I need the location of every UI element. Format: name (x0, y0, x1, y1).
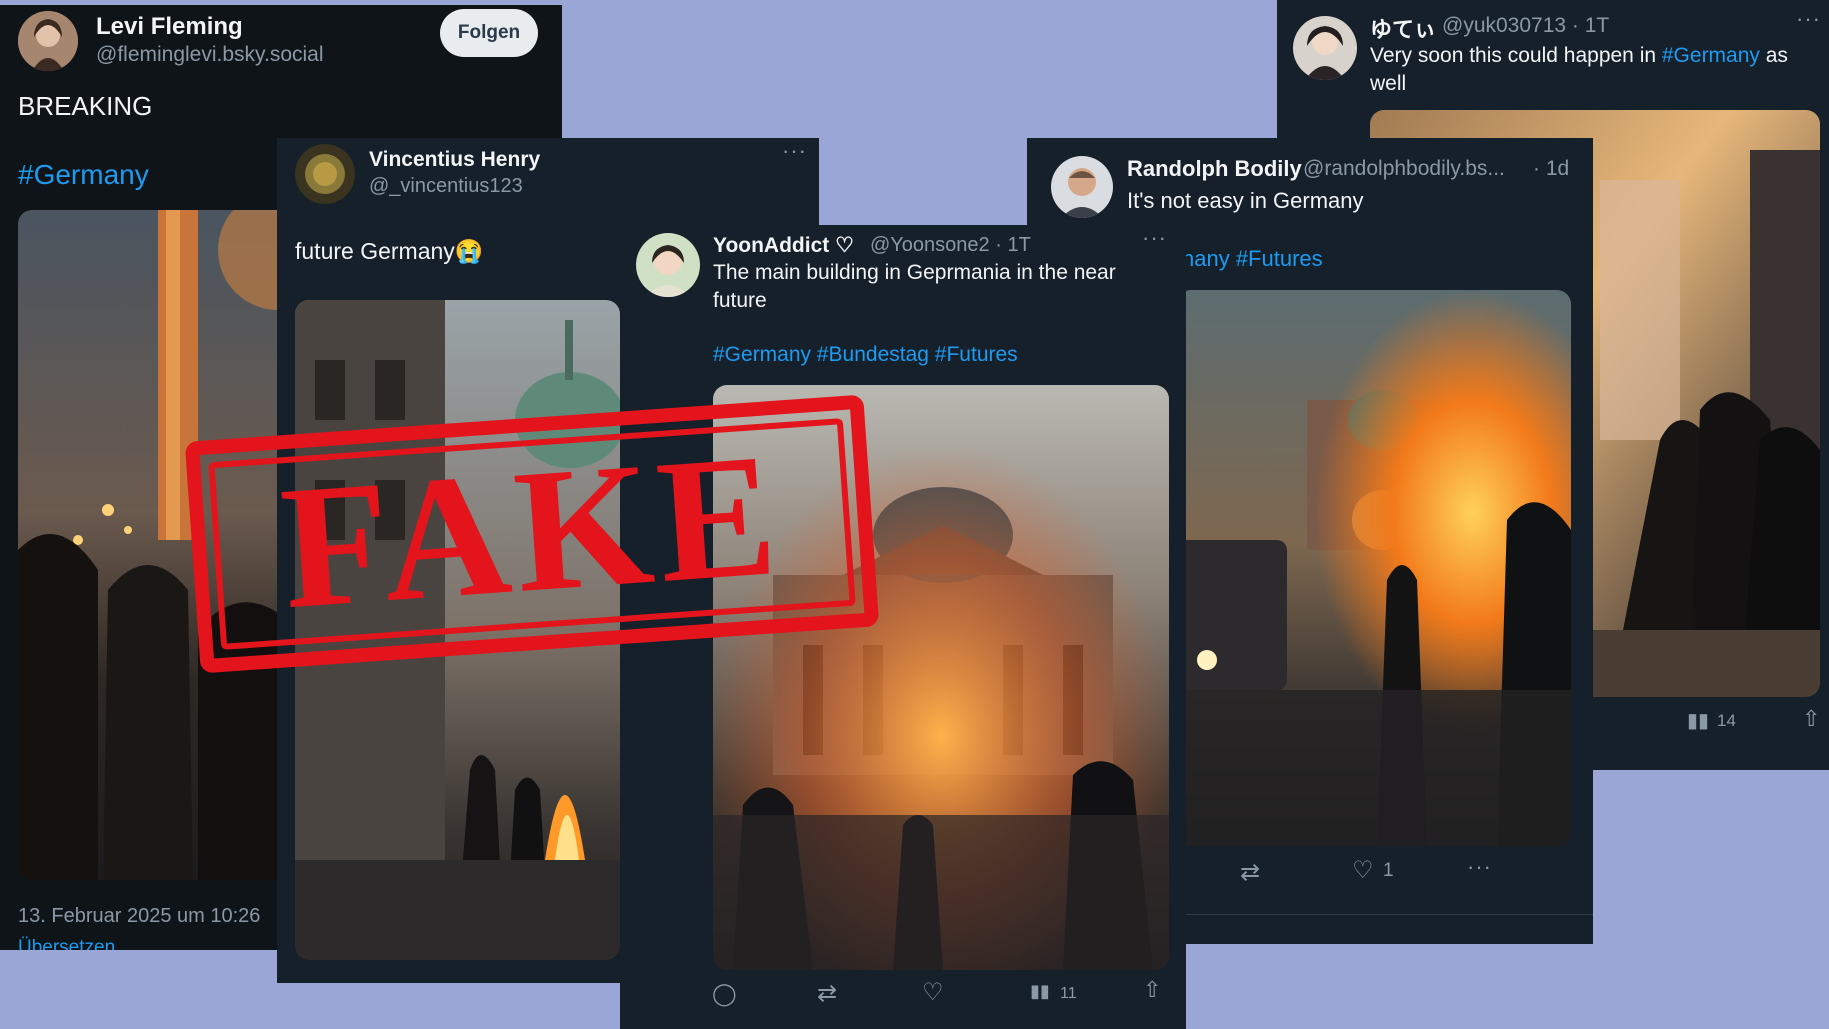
author-handle[interactable]: @yuk030713 · 1T (1442, 14, 1609, 38)
author-handle[interactable]: @Yoonsone2 · 1T (870, 234, 1031, 257)
like-count: 1 (1383, 860, 1394, 881)
translate-link[interactable]: Übersetzen (18, 937, 115, 950)
avatar[interactable] (1051, 156, 1113, 218)
post-text: The main building in Geprmania in the ne… (713, 259, 1116, 315)
more-options-icon[interactable]: ··· (1796, 6, 1821, 32)
views-icon[interactable]: ▮▮ (1687, 708, 1709, 733)
author-handle[interactable]: @fleminglevi.bsky.social (96, 43, 324, 67)
post-text: Very soon this could happen in #Germany … (1370, 42, 1820, 98)
post-text-end: as (1759, 44, 1788, 67)
views-icon[interactable]: ▮▮ (1030, 981, 1050, 1002)
views-count: 14 (1717, 711, 1736, 730)
reply-icon[interactable]: ◯ (712, 981, 737, 1007)
avatar[interactable] (295, 144, 355, 204)
post-text-line1: The main building in Geprmania in the ne… (713, 261, 1116, 284)
author-name[interactable]: Vincentius Henry (369, 148, 540, 172)
more-options-icon[interactable]: ··· (1467, 854, 1492, 880)
avatar[interactable] (1293, 16, 1357, 80)
post-time: · 1d (1533, 157, 1570, 180)
views-count: 11 (1060, 985, 1077, 1002)
author-name[interactable]: YoonAddict ♡ (713, 233, 854, 258)
post-image[interactable] (1177, 290, 1571, 846)
post-text-line2: well (1370, 72, 1407, 95)
more-options-icon[interactable]: ··· (1142, 225, 1167, 251)
author-name[interactable]: Levi Fleming (96, 13, 243, 41)
post-text: future Germany😭 (295, 238, 484, 264)
fake-stamp-text: FAKE (275, 416, 788, 647)
share-icon[interactable]: ⇧ (1802, 706, 1820, 732)
follow-button[interactable]: Folgen (440, 9, 538, 57)
post-hashtag[interactable]: #Germany (18, 159, 149, 191)
fake-stamp: FAKE (184, 394, 880, 674)
avatar[interactable] (636, 233, 700, 297)
repost-icon[interactable]: ⇄ (817, 979, 837, 1008)
more-options-icon[interactable]: ··· (782, 138, 807, 164)
post-text: BREAKING (18, 91, 153, 121)
author-name[interactable]: ゆてぃ (1370, 12, 1436, 44)
author-handle[interactable]: @_vincentius123 (369, 175, 523, 198)
post-text-line2: future (713, 289, 767, 312)
post-timestamp: 13. Februar 2025 um 10:26 (18, 905, 261, 927)
post-hashtags[interactable]: #Germany #Bundestag #Futures (713, 343, 1018, 367)
author-handle[interactable]: @randolphbodily.bs... (1303, 157, 1505, 181)
post-hashtags[interactable]: nany #Futures (1182, 246, 1323, 272)
like-icon[interactable]: ♡ (1352, 856, 1374, 885)
post-hashtag[interactable]: #Germany (1662, 44, 1760, 67)
like-icon[interactable]: ♡ (922, 978, 944, 1007)
share-icon[interactable]: ⇧ (1143, 977, 1161, 1003)
author-name[interactable]: Randolph Bodily (1127, 156, 1302, 182)
post-text-start: Very soon this could happen in (1370, 44, 1662, 67)
repost-icon[interactable]: ⇄ (1240, 858, 1260, 887)
post-text: It's not easy in Germany (1127, 188, 1364, 213)
avatar[interactable] (18, 11, 78, 71)
